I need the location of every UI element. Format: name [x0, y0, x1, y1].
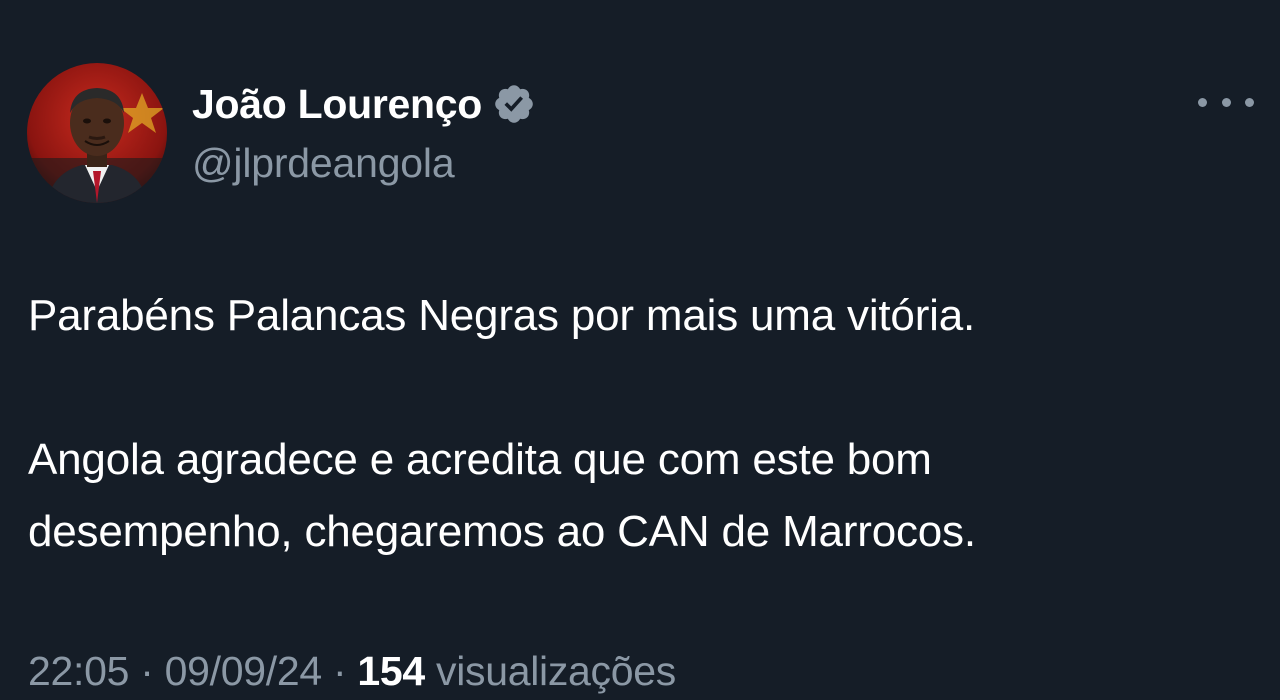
author-block: João Lourenço @jlprdeangola	[192, 76, 536, 187]
author-name[interactable]: João Lourenço	[192, 81, 482, 128]
verified-badge-icon[interactable]	[492, 82, 536, 126]
tweet-date[interactable]: 09/09/24	[165, 648, 323, 694]
meta-separator: ·	[321, 648, 358, 694]
tweet-meta: 22:05 · 09/09/24 · 154 visualizações	[28, 648, 676, 695]
dot-icon	[1198, 97, 1207, 107]
author-handle[interactable]: @jlprdeangola	[192, 140, 536, 187]
tweet-detail: João Lourenço @jlprdeangola Parabéns Pal…	[0, 0, 1280, 700]
name-row: João Lourenço	[192, 76, 536, 132]
tweet-text: Parabéns Palancas Negras por mais uma vi…	[28, 291, 976, 556]
views-label[interactable]: visualizações	[436, 648, 676, 694]
meta-separator: ·	[129, 648, 165, 694]
tweet-time[interactable]: 22:05	[28, 648, 129, 694]
avatar[interactable]	[27, 63, 167, 203]
dot-icon	[1245, 97, 1254, 107]
more-options-icon[interactable]	[1198, 88, 1254, 116]
dot-icon	[1221, 97, 1231, 107]
avatar-image	[27, 63, 167, 203]
views-count[interactable]: 154	[357, 648, 425, 694]
